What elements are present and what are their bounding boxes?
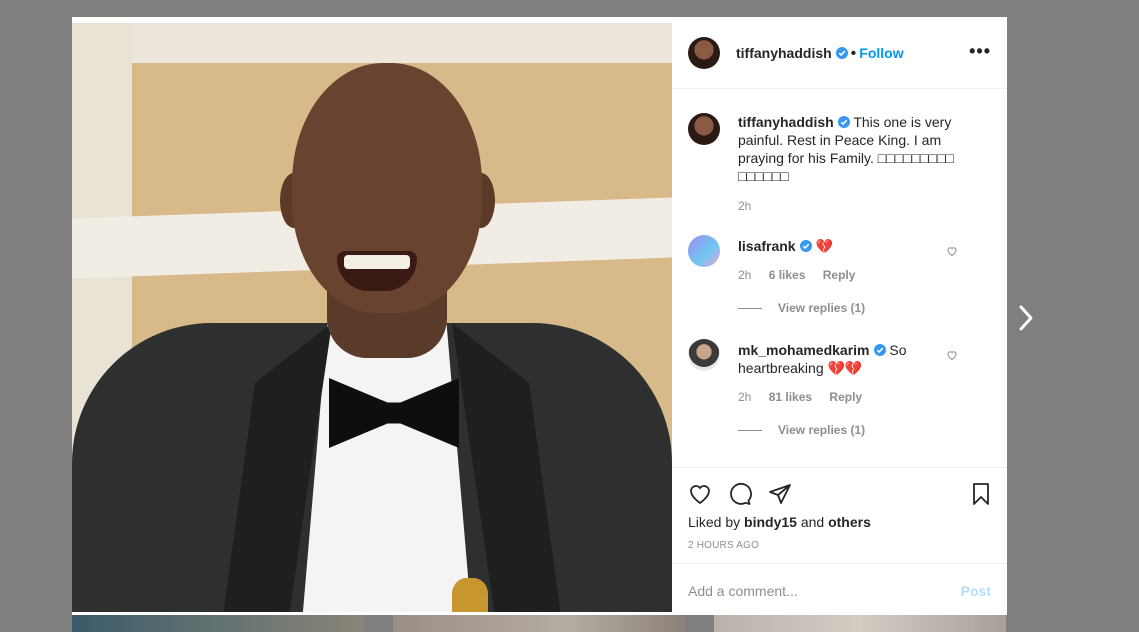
next-post-chevron-icon[interactable]	[1016, 304, 1036, 332]
verified-badge-icon	[873, 344, 886, 356]
follow-button[interactable]: Follow	[859, 45, 903, 61]
author-username[interactable]: tiffanyhaddish	[736, 45, 832, 61]
add-comment-input[interactable]: Add a comment...	[688, 583, 798, 599]
verified-badge-icon	[799, 240, 812, 252]
caption-text-block: tiffanyhaddish This one is very painful.…	[738, 113, 983, 185]
like-comment-icon[interactable]	[946, 349, 958, 361]
comment-likes[interactable]: 6 likes	[769, 268, 806, 282]
liked-by-prefix: Liked by	[688, 514, 741, 530]
reply-button[interactable]: Reply	[823, 268, 856, 282]
verified-badge-icon	[835, 47, 848, 59]
comment-time[interactable]: 2h	[738, 390, 751, 404]
caption-meta: 2h	[738, 199, 765, 213]
post-timestamp[interactable]: 2 HOURS AGO	[688, 540, 759, 551]
liked-by-user[interactable]: bindy15	[744, 514, 797, 530]
comment-likes[interactable]: 81 likes	[769, 390, 812, 404]
add-comment-bar: Add a comment... Post	[672, 563, 1007, 616]
view-replies-label: View replies (1)	[778, 301, 866, 315]
caption-author[interactable]: tiffanyhaddish	[738, 114, 834, 130]
separator-dot: •	[850, 45, 857, 62]
comment-meta: 2h 6 likes Reply	[738, 268, 869, 282]
share-paper-plane-icon[interactable]	[768, 482, 792, 506]
post-photo[interactable]	[72, 23, 672, 612]
avatar[interactable]	[688, 113, 720, 145]
comment-meta: 2h 81 likes Reply	[738, 390, 876, 404]
post-actions: Liked by bindy15 and others 2 HOURS AGO …	[672, 467, 1007, 612]
comment-author[interactable]: lisafrank	[738, 238, 796, 254]
view-replies-label: View replies (1)	[778, 423, 866, 437]
background-post-tile[interactable]	[72, 615, 364, 632]
comment-author[interactable]: mk_mohamedkarim	[738, 342, 870, 358]
avatar[interactable]	[688, 235, 720, 267]
comments-list[interactable]: tiffanyhaddish This one is very painful.…	[672, 89, 1007, 467]
background-post-tile[interactable]	[714, 615, 1006, 632]
liked-by: Liked by bindy15 and others	[688, 514, 871, 530]
divider	[738, 308, 762, 310]
post-comment-button[interactable]: Post	[961, 583, 991, 599]
like-comment-icon[interactable]	[946, 245, 958, 257]
verified-badge-icon	[837, 116, 850, 128]
avatar[interactable]	[688, 37, 720, 69]
background-post-tile[interactable]	[393, 615, 685, 632]
post-header: tiffanyhaddish • Follow •••	[672, 17, 1007, 89]
liked-by-others[interactable]: others	[828, 514, 871, 530]
view-replies-button[interactable]: View replies (1)	[738, 423, 865, 437]
reply-button[interactable]: Reply	[829, 390, 862, 404]
view-replies-button[interactable]: View replies (1)	[738, 301, 865, 315]
comment-time[interactable]: 2h	[738, 268, 751, 282]
caption-time[interactable]: 2h	[738, 199, 751, 213]
post-side-panel: tiffanyhaddish • Follow ••• tiffanyhaddish…	[672, 17, 1007, 615]
divider	[738, 430, 762, 432]
liked-by-and: and	[800, 514, 825, 530]
comment-bubble-icon[interactable]	[728, 482, 752, 506]
post-modal: tiffanyhaddish • Follow ••• tiffanyhaddish…	[72, 17, 1007, 615]
like-heart-icon[interactable]	[688, 482, 712, 506]
comment-text: 💔	[815, 238, 833, 254]
avatar[interactable]	[688, 339, 720, 371]
bookmark-icon[interactable]	[969, 482, 993, 506]
more-options-icon[interactable]: •••	[969, 41, 991, 62]
